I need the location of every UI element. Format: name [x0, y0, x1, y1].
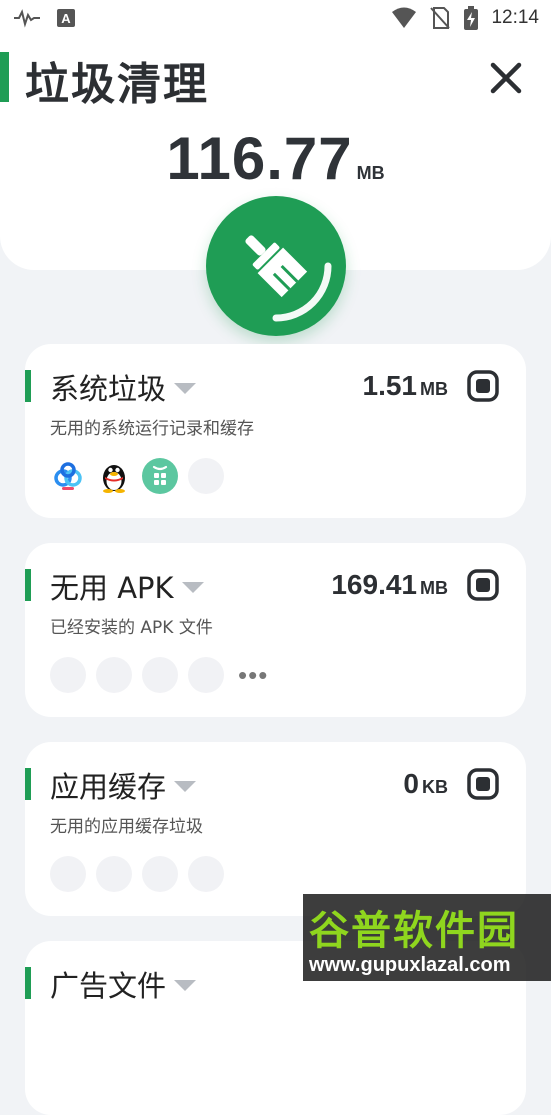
watermark-url: www.gupuxlazal.com — [309, 954, 511, 976]
battery-charging-icon — [464, 6, 479, 30]
card-title-label: 广告文件 — [50, 969, 167, 1003]
card-accent-bar — [25, 967, 31, 999]
app-icons-row: ••• — [50, 657, 268, 693]
expand-caret-icon[interactable] — [181, 581, 204, 593]
card-size-value: 0 — [403, 768, 419, 799]
app-icon-placeholder — [96, 856, 132, 892]
card-title[interactable]: 无用 APK — [50, 565, 204, 607]
select-checkbox[interactable] — [467, 569, 499, 601]
card-size-unit: MB — [420, 379, 448, 399]
card-title[interactable]: 应用缓存 — [50, 764, 197, 806]
card-title-label: 应用缓存 — [50, 770, 167, 804]
card-title-label: 无用 APK — [50, 571, 174, 605]
card-size-unit: MB — [420, 578, 448, 598]
watermark: 谷普软件园 www.gupuxlazal.com — [303, 894, 551, 981]
total-junk-size: 116.77 MB — [0, 124, 551, 193]
broom-icon — [245, 235, 332, 322]
card-size-unit: KB — [422, 777, 448, 797]
app-icon-placeholder — [188, 458, 224, 494]
app-icon-placeholder — [50, 657, 86, 693]
title-accent-bar — [0, 52, 9, 102]
card-app-cache[interactable]: 应用缓存 0 KB 无用的应用缓存垃圾 — [25, 742, 526, 916]
card-description: 已经安装的 APK 文件 — [50, 618, 213, 638]
app-icon-placeholder — [96, 657, 132, 693]
card-accent-bar — [25, 569, 31, 601]
card-size: 1.51 MB — [363, 370, 449, 402]
expand-caret-icon[interactable] — [174, 382, 197, 394]
card-description: 无用的系统运行记录和缓存 — [50, 419, 254, 439]
app-icon-placeholder — [142, 856, 178, 892]
baidu-cloud-icon — [54, 462, 82, 490]
more-indicator: ••• — [238, 660, 269, 690]
card-system-junk[interactable]: 系统垃圾 1.51 MB 无用的系统运行记录和缓存 — [25, 344, 526, 518]
card-description: 无用的应用缓存垃圾 — [50, 817, 203, 837]
app-icon-placeholder — [50, 856, 86, 892]
expand-caret-icon[interactable] — [174, 979, 197, 991]
select-checkbox[interactable] — [467, 370, 499, 402]
expand-caret-icon[interactable] — [174, 780, 197, 792]
keyboard-a-icon: A — [57, 9, 75, 27]
activity-icon — [14, 9, 40, 28]
total-size-unit: MB — [356, 163, 385, 183]
no-sim-icon — [430, 7, 451, 29]
card-size-value: 1.51 — [362, 370, 418, 401]
card-size: 169.41 MB — [331, 569, 448, 601]
app-icon-placeholder — [142, 657, 178, 693]
card-size-value: 169.41 — [331, 569, 417, 600]
select-checkbox[interactable] — [467, 768, 499, 800]
wifi-icon — [392, 7, 417, 28]
close-icon[interactable] — [484, 56, 528, 100]
app-icons-row — [50, 458, 224, 494]
svg-text:A: A — [61, 11, 71, 26]
card-useless-apk[interactable]: 无用 APK 169.41 MB 已经安装的 APK 文件 ••• — [25, 543, 526, 717]
card-accent-bar — [25, 768, 31, 800]
card-title[interactable]: 广告文件 — [50, 963, 197, 1005]
card-title-label: 系统垃圾 — [50, 372, 167, 406]
card-title[interactable]: 系统垃圾 — [50, 366, 197, 408]
card-size: 0 KB — [403, 768, 448, 800]
app-icon-placeholder — [188, 657, 224, 693]
green-app-icon — [142, 458, 178, 494]
total-size-value: 116.77 — [166, 125, 353, 192]
clean-button[interactable] — [206, 196, 346, 336]
watermark-title: 谷普软件园 — [309, 908, 519, 954]
qq-penguin-icon — [103, 465, 125, 493]
status-bar: A 12:14 — [0, 0, 551, 38]
card-accent-bar — [25, 370, 31, 402]
app-icon-placeholder — [188, 856, 224, 892]
app-icons-row — [50, 856, 224, 892]
page-title: 垃圾清理 — [25, 59, 209, 110]
status-time: 12:14 — [491, 7, 539, 28]
